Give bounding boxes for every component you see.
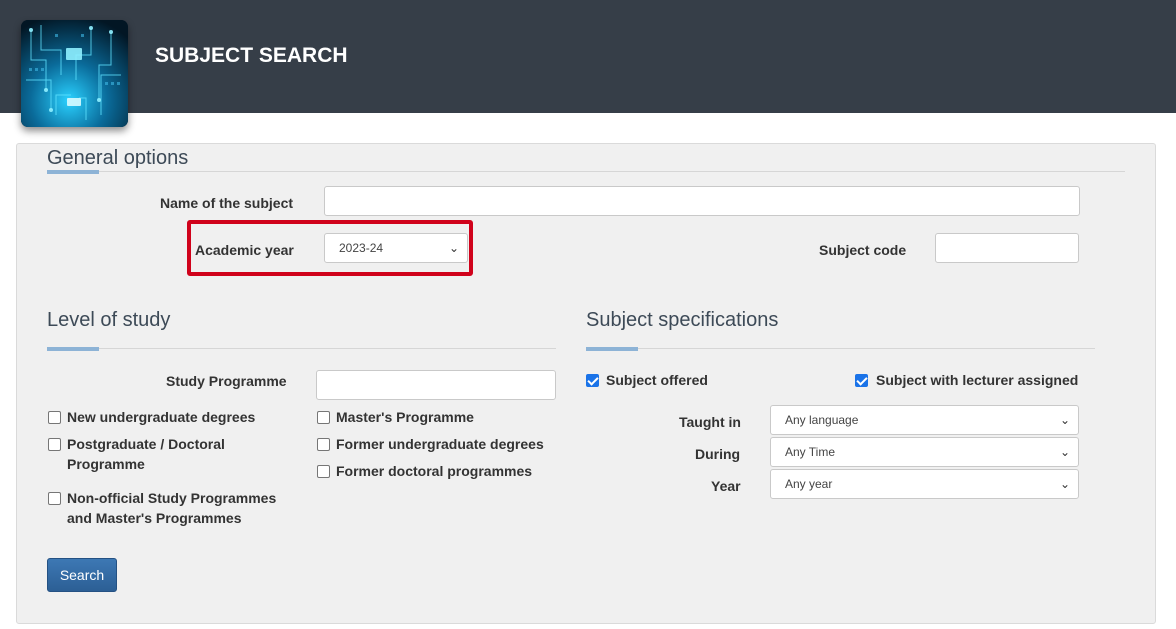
section-accent (586, 347, 638, 351)
subject-code-input[interactable] (935, 233, 1079, 263)
taught-in-value: Any language (785, 413, 859, 427)
checkbox-label: Master's Programme (336, 409, 474, 425)
checkbox-new-undergraduate[interactable] (48, 411, 61, 424)
checkbox-label: Former doctoral programmes (336, 463, 533, 479)
taught-in-select[interactable]: Any language ⌄ (770, 405, 1079, 435)
subject-name-input[interactable] (324, 186, 1080, 216)
taught-in-label: Taught in (679, 414, 741, 430)
chevron-down-icon: ⌄ (1059, 413, 1070, 427)
study-programme-input[interactable] (316, 370, 556, 400)
checkbox-non-official[interactable] (48, 492, 61, 505)
section-title-general: General options (47, 147, 189, 169)
checkbox-lecturer-assigned[interactable] (855, 374, 868, 387)
year-select[interactable]: Any year ⌄ (770, 469, 1079, 499)
section-divider (47, 348, 556, 349)
checkbox-former-undergraduate[interactable] (317, 438, 330, 451)
checkbox-label: New undergraduate degrees (67, 409, 256, 425)
chevron-down-icon: ⌄ (1059, 445, 1070, 459)
lecturer-assigned-label: Subject with lecturer assigned (876, 372, 1079, 388)
checkbox-label: Former undergraduate degrees (336, 436, 544, 452)
app-header: SUBJECT SEARCH (0, 0, 1176, 113)
section-divider (586, 348, 1095, 349)
chevron-down-icon: ⌄ (1059, 477, 1070, 491)
during-select[interactable]: Any Time ⌄ (770, 437, 1079, 467)
checkbox-label: Non-official Study Programmes and Master… (67, 490, 277, 526)
checkbox-subject-offered[interactable] (586, 374, 599, 387)
highlight-box (187, 220, 473, 276)
subject-code-label: Subject code (819, 242, 907, 258)
subject-name-label: Name of the subject (160, 195, 294, 211)
section-accent (47, 347, 99, 351)
checkbox-label: Postgraduate / Doctoral Programme (67, 436, 225, 472)
study-programme-label: Study Programme (166, 373, 287, 389)
section-accent (47, 170, 99, 174)
circuit-board-icon (21, 20, 128, 127)
during-value: Any Time (785, 445, 836, 459)
search-button[interactable]: Search (47, 558, 117, 592)
checkbox-masters[interactable] (317, 411, 330, 424)
page-title: SUBJECT SEARCH (155, 44, 348, 67)
during-label: During (695, 446, 741, 462)
section-title-specs: Subject specifications (586, 309, 779, 331)
checkbox-former-doctoral[interactable] (317, 465, 330, 478)
checkbox-postgraduate-doctoral[interactable] (48, 438, 61, 451)
subject-offered-label: Subject offered (606, 372, 708, 388)
circuit-board-logo (21, 20, 128, 127)
section-divider (47, 171, 1125, 172)
year-label: Year (711, 478, 741, 494)
year-value: Any year (785, 477, 833, 491)
section-title-level: Level of study (47, 309, 171, 331)
